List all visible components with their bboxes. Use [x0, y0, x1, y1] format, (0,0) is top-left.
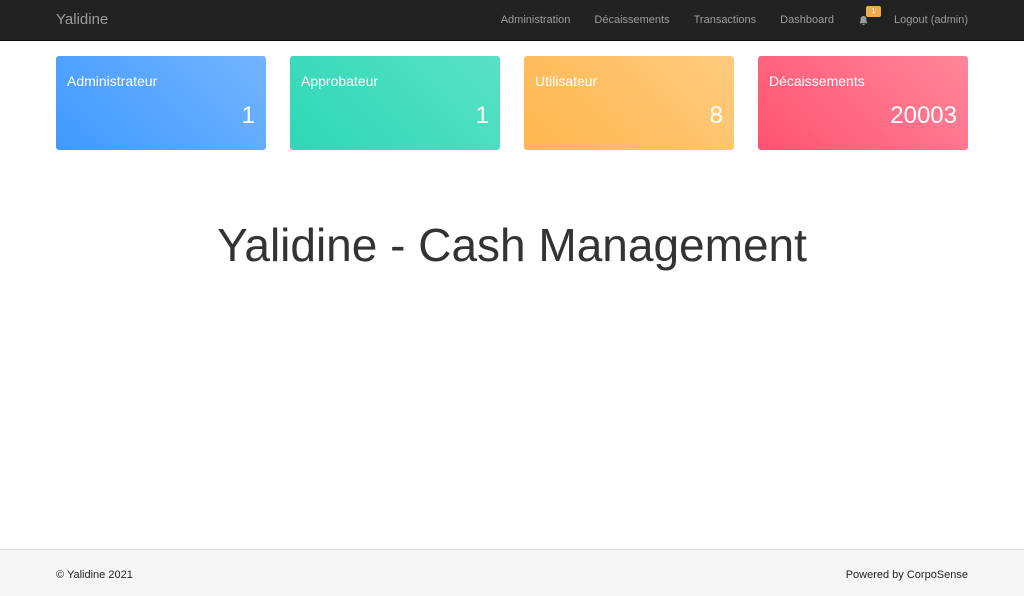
- card-label: Décaissements: [769, 73, 865, 89]
- card-count: 8: [709, 102, 723, 129]
- nav-decaissements[interactable]: Décaissements: [594, 14, 669, 26]
- card-decaissements: Décaissements 20003: [758, 56, 968, 150]
- page-footer: © Yalidine 2021 Powered by CorpoSense: [0, 549, 1024, 596]
- card-count: 20003: [890, 102, 957, 129]
- card-count: 1: [475, 102, 489, 129]
- card-utilisateur: Utilisateur 8: [524, 56, 734, 150]
- logout-link[interactable]: Logout (admin): [894, 14, 968, 26]
- stats-cards: Administrateur 1 Approbateur 1 Utilisate…: [56, 56, 968, 150]
- nav-dashboard[interactable]: Dashboard: [780, 14, 834, 26]
- nav-transactions[interactable]: Transactions: [694, 14, 757, 26]
- page-title: Yalidine - Cash Management: [217, 219, 807, 271]
- footer-copyright: © Yalidine 2021: [56, 569, 133, 581]
- card-count: 1: [241, 102, 255, 129]
- card-label: Administrateur: [67, 73, 158, 89]
- nav-links: Administration Décaissements Transaction…: [477, 0, 968, 40]
- nav-administration[interactable]: Administration: [501, 14, 571, 26]
- card-administrateur: Administrateur 1: [56, 56, 266, 150]
- notifications-button[interactable]: 1: [858, 0, 881, 40]
- card-approbateur: Approbateur 1: [290, 56, 500, 150]
- card-label: Utilisateur: [535, 73, 598, 89]
- footer-powered-by: Powered by CorpoSense: [845, 569, 968, 581]
- notification-badge: 1: [866, 6, 881, 17]
- brand-link[interactable]: Yalidine: [56, 11, 108, 28]
- top-navbar: Yalidine Administration Décaissements Tr…: [0, 0, 1024, 41]
- card-label: Approbateur: [301, 73, 379, 89]
